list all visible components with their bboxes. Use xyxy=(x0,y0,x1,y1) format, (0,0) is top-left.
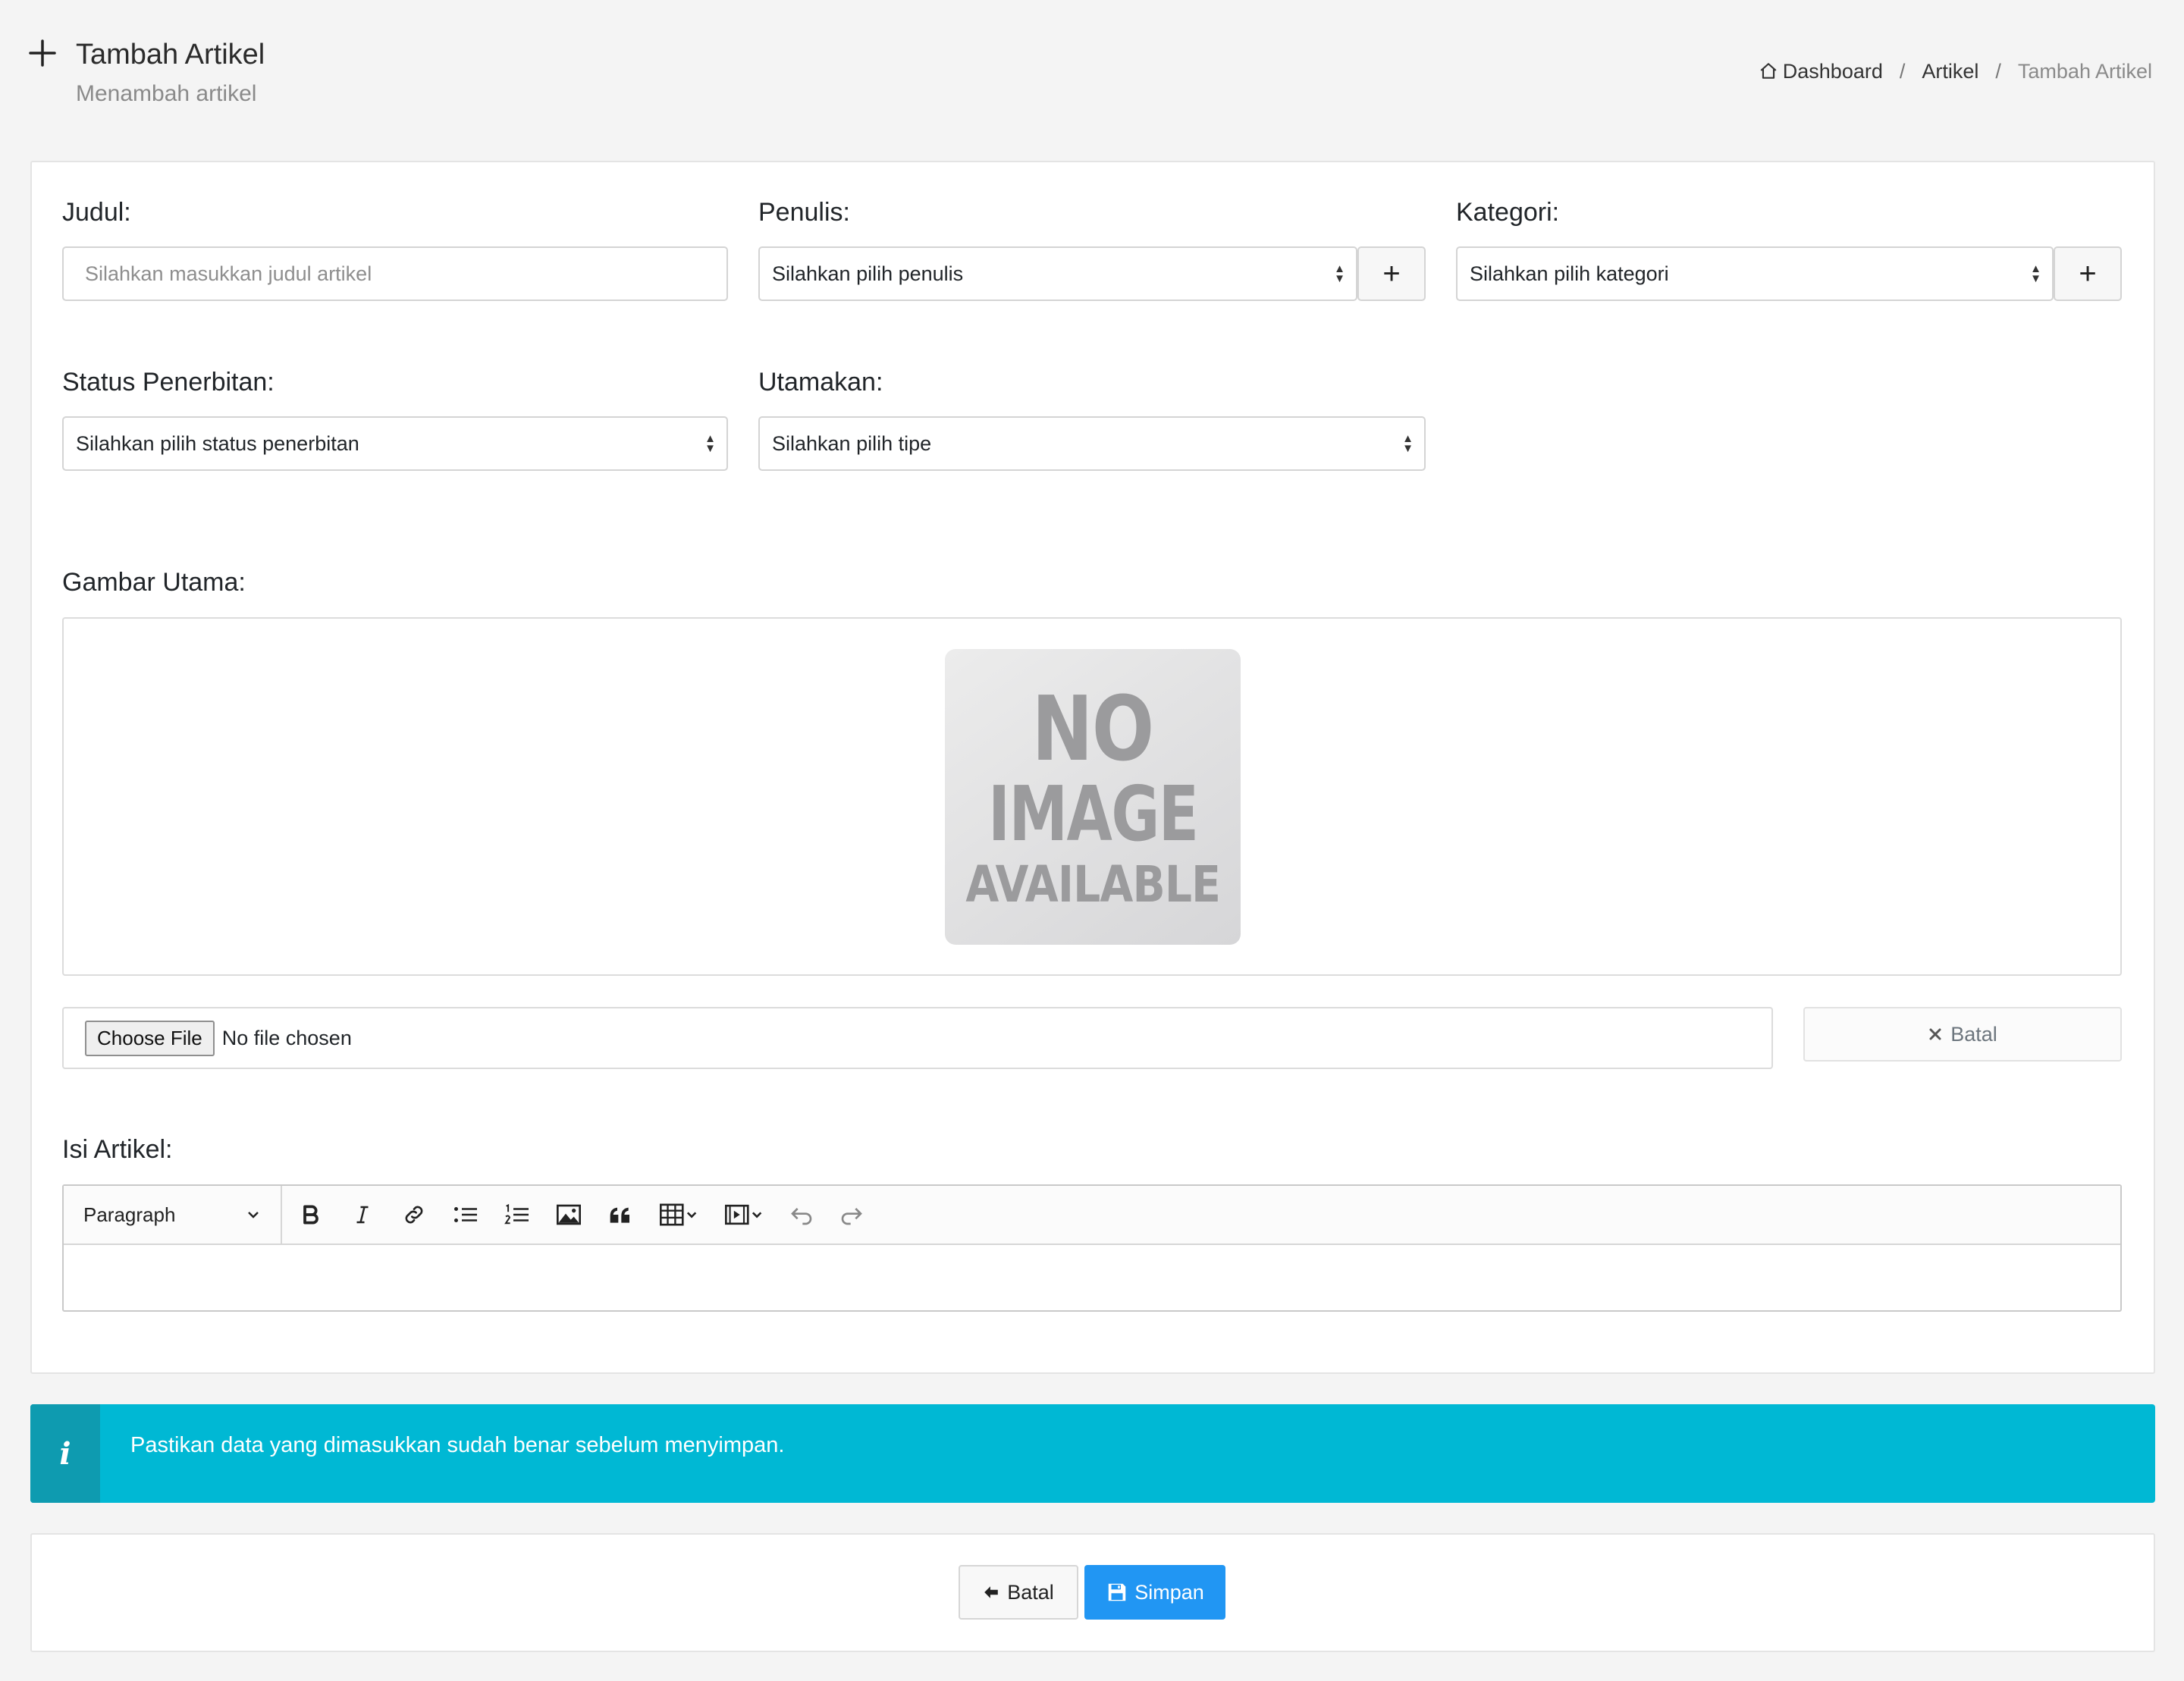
bulleted-list-icon[interactable] xyxy=(440,1193,491,1236)
info-alert-message: Pastikan data yang dimasukkan sudah bena… xyxy=(130,1433,785,1457)
no-image-text: AVAILABLE xyxy=(965,855,1221,914)
penulis-select[interactable]: Silahkan pilih penulis ▲ ▼ xyxy=(758,246,1357,301)
breadcrumb-dashboard-label: Dashboard xyxy=(1782,60,1883,83)
file-status: No file chosen xyxy=(221,1026,352,1049)
status-select[interactable]: Silahkan pilih status penerbitan ▲ ▼ xyxy=(62,416,728,471)
redo-icon[interactable] xyxy=(827,1193,877,1236)
choose-file-button[interactable]: Choose File xyxy=(85,1020,215,1056)
judul-input[interactable]: Silahkan masukkan judul artikel xyxy=(62,246,728,301)
utamakan-label: Utamakan: xyxy=(758,368,883,397)
breadcrumb-current: Tambah Artikel xyxy=(2017,60,2152,83)
kategori-label: Kategori: xyxy=(1456,198,1560,227)
utamakan-select[interactable]: Silahkan pilih tipe ▲ ▼ xyxy=(758,416,1426,471)
judul-placeholder: Silahkan masukkan judul artikel xyxy=(85,262,372,285)
image-icon[interactable] xyxy=(543,1193,595,1236)
chevron-down-icon xyxy=(248,1212,259,1218)
info-icon: i xyxy=(30,1404,100,1503)
breadcrumb-artikel[interactable]: Artikel xyxy=(1922,58,1978,85)
select-arrows-icon: ▲ ▼ xyxy=(1402,432,1414,455)
penulis-label: Penulis: xyxy=(758,198,850,227)
gambar-label: Gambar Utama: xyxy=(62,568,246,597)
arrow-left-icon xyxy=(984,1586,999,1598)
utamakan-selected: Silahkan pilih tipe xyxy=(772,431,932,455)
judul-label: Judul: xyxy=(62,198,131,227)
page-title: Tambah Artikel xyxy=(76,39,265,71)
kategori-selected: Silahkan pilih kategori xyxy=(1470,262,1669,285)
status-selected: Silahkan pilih status penerbitan xyxy=(76,431,359,455)
breadcrumb-separator: / xyxy=(1899,60,1906,83)
link-icon[interactable] xyxy=(388,1193,440,1236)
rich-text-editor: Paragraph xyxy=(62,1184,2122,1312)
bold-icon[interactable] xyxy=(285,1193,337,1236)
cancel-button-label: Batal xyxy=(1007,1580,1054,1604)
cancel-button[interactable]: Batal xyxy=(959,1565,1078,1620)
select-arrows-icon: ▲ ▼ xyxy=(2030,262,2041,285)
add-icon xyxy=(27,38,58,68)
penulis-selected: Silahkan pilih penulis xyxy=(772,262,964,285)
isi-label: Isi Artikel: xyxy=(62,1135,173,1164)
select-arrows-icon: ▲ ▼ xyxy=(1334,262,1345,285)
media-icon[interactable] xyxy=(711,1193,777,1236)
cancel-image-button[interactable]: Batal xyxy=(1803,1007,2122,1062)
heading-dropdown-label: Paragraph xyxy=(83,1203,176,1226)
breadcrumb: Dashboard / Artikel / Tambah Artikel xyxy=(1759,58,2152,85)
heading-dropdown[interactable]: Paragraph xyxy=(64,1186,282,1244)
save-button-label: Simpan xyxy=(1134,1580,1204,1604)
kategori-select[interactable]: Silahkan pilih kategori ▲ ▼ xyxy=(1456,246,2054,301)
editor-toolbar: Paragraph xyxy=(64,1186,2120,1245)
breadcrumb-separator: / xyxy=(1995,60,2001,83)
no-image-text: NO xyxy=(1032,676,1155,781)
save-icon xyxy=(1108,1583,1126,1601)
no-image-placeholder: NO IMAGE AVAILABLE xyxy=(945,649,1241,945)
editor-content-area[interactable] xyxy=(64,1245,2120,1310)
blockquote-icon[interactable] xyxy=(595,1193,646,1236)
add-kategori-button[interactable]: + xyxy=(2054,246,2122,301)
file-input[interactable]: Choose File No file chosen xyxy=(62,1007,1773,1069)
status-label: Status Penerbitan: xyxy=(62,368,275,397)
italic-icon[interactable] xyxy=(337,1193,388,1236)
home-icon xyxy=(1760,63,1777,79)
add-penulis-button[interactable]: + xyxy=(1357,246,1426,301)
table-icon[interactable] xyxy=(646,1193,711,1236)
close-icon xyxy=(1929,1028,1941,1040)
save-button[interactable]: Simpan xyxy=(1084,1565,1225,1620)
no-image-text: IMAGE xyxy=(987,770,1199,858)
undo-icon[interactable] xyxy=(777,1193,827,1236)
select-arrows-icon: ▲ ▼ xyxy=(704,432,716,455)
page-subtitle: Menambah artikel xyxy=(76,81,257,106)
numbered-list-icon[interactable] xyxy=(491,1193,543,1236)
info-alert: i Pastikan data yang dimasukkan sudah be… xyxy=(30,1404,2155,1503)
breadcrumb-dashboard[interactable]: Dashboard xyxy=(1759,58,1883,85)
cancel-image-label: Batal xyxy=(1950,1022,1997,1046)
